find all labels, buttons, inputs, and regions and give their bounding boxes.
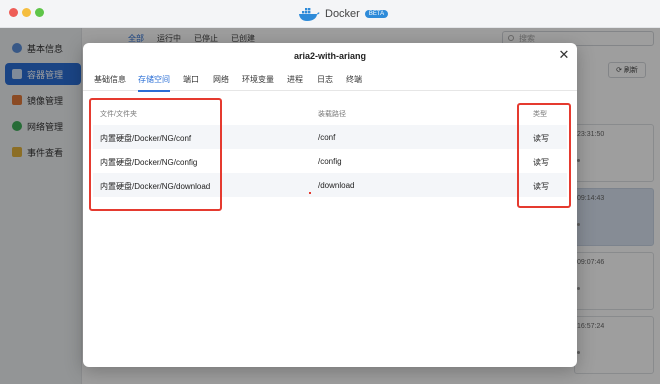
close-icon[interactable]: ✕ [557, 48, 571, 62]
row-mount-path: /download [318, 181, 355, 190]
highlight-type-column [517, 103, 571, 208]
row-mount-path: /config [318, 157, 342, 166]
minimize-window-button[interactable] [22, 8, 31, 17]
dialog-title: aria2-with-ariang [293, 51, 367, 61]
window-titlebar: Docker BETA [0, 0, 660, 28]
tab-storage[interactable]: 存储空间 [138, 74, 170, 92]
tab-processes[interactable]: 进程 [287, 74, 303, 90]
dialog-tabs: 基础信息 存储空间 端口 网络 环境变量 进程 日志 终端 [83, 69, 577, 92]
close-window-button[interactable] [9, 8, 18, 17]
row-mount-path: /conf [318, 133, 336, 142]
header-mount-path: 装载路径 [318, 111, 346, 118]
highlight-source-column [89, 98, 222, 211]
tab-basic-info[interactable]: 基础信息 [94, 74, 126, 90]
tab-terminal[interactable]: 终端 [346, 74, 362, 90]
app-name: Docker [325, 8, 360, 20]
tab-logs[interactable]: 日志 [317, 74, 333, 90]
annotation-dot [309, 192, 311, 194]
tab-env-vars[interactable]: 环境变量 [242, 74, 274, 90]
maximize-window-button[interactable] [35, 8, 44, 17]
tab-ports[interactable]: 端口 [183, 74, 199, 90]
beta-badge: BETA [364, 10, 389, 18]
tab-network[interactable]: 网络 [213, 74, 229, 90]
docker-logo-icon [298, 6, 320, 22]
app-title: Docker BETA [298, 5, 389, 23]
